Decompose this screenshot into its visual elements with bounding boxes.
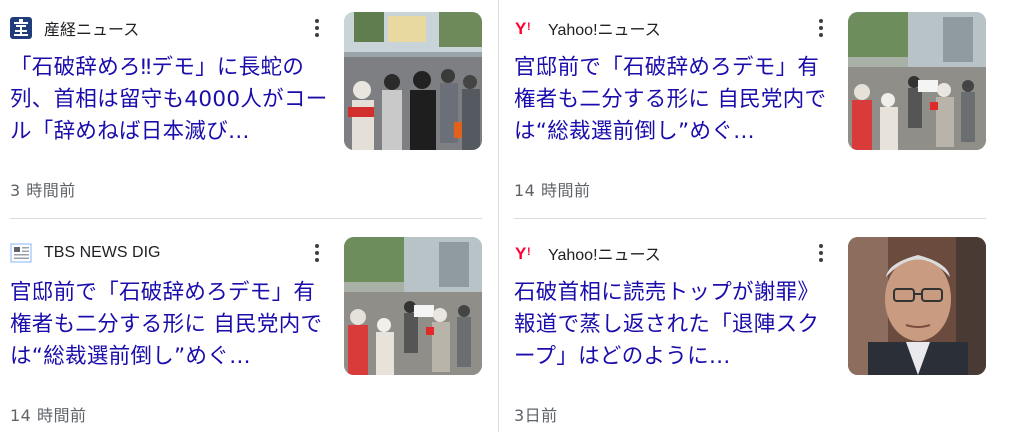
svg-text:Y: Y bbox=[515, 244, 527, 263]
headline-link[interactable]: 官邸前で「石破辞めろデモ」有権者も二分する形に 自民党内では“総裁選前倒し”めぐ… bbox=[514, 52, 836, 148]
yahoo-logo-icon: Y ! bbox=[514, 242, 536, 264]
news-source: Y ! Yahoo!ニュース bbox=[514, 241, 661, 265]
news-source: 産経ニュース bbox=[10, 16, 139, 40]
more-options-icon[interactable] bbox=[306, 16, 328, 40]
protest-crowd-photo[interactable] bbox=[344, 12, 482, 150]
yahoo-logo-icon: Y ! bbox=[514, 17, 536, 39]
more-options-icon[interactable] bbox=[810, 16, 832, 40]
tbs-logo-icon bbox=[10, 242, 32, 264]
news-card[interactable]: TBS NEWS DIG 官邸前で「石破辞めろデモ」有権者も二分する形に 自民党… bbox=[10, 237, 490, 447]
news-card[interactable]: Y ! Yahoo!ニュース 石破首相に読売トップが謝罪》報道で蒸し返された「退… bbox=[514, 237, 994, 447]
publish-time: 3 時間前 bbox=[10, 181, 76, 200]
svg-text:!: ! bbox=[527, 21, 531, 33]
more-options-icon[interactable] bbox=[810, 241, 832, 265]
svg-text:Y: Y bbox=[515, 19, 527, 38]
sankei-logo-icon bbox=[10, 17, 32, 39]
publish-time: 3日前 bbox=[514, 406, 558, 425]
source-name: TBS NEWS DIG bbox=[44, 244, 161, 261]
news-source: TBS NEWS DIG bbox=[10, 241, 160, 265]
protest-street-photo[interactable] bbox=[344, 237, 482, 375]
news-source: Y ! Yahoo!ニュース bbox=[514, 16, 661, 40]
headline-link[interactable]: 官邸前で「石破辞めろデモ」有権者も二分する形に 自民党内では“総裁選前倒し”めぐ… bbox=[10, 277, 332, 373]
source-name: Yahoo!ニュース bbox=[548, 22, 661, 39]
svg-text:!: ! bbox=[527, 246, 531, 258]
source-name: Yahoo!ニュース bbox=[548, 247, 661, 264]
column-divider bbox=[498, 0, 499, 432]
politician-portrait-photo[interactable] bbox=[848, 237, 986, 375]
news-card[interactable]: Y ! Yahoo!ニュース 官邸前で「石破辞めろデモ」有権者も二分する形に 自… bbox=[514, 12, 994, 222]
news-card[interactable]: 産経ニュース 「石破辞めろ‼デモ」に長蛇の列、首相は留守も4000人がコール「辞… bbox=[10, 12, 490, 222]
headline-link[interactable]: 「石破辞めろ‼デモ」に長蛇の列、首相は留守も4000人がコール「辞めねば日本滅び… bbox=[10, 52, 332, 148]
source-name: 産経ニュース bbox=[44, 22, 140, 39]
headline-link[interactable]: 石破首相に読売トップが謝罪》報道で蒸し返された「退陣スクープ」はどのように… bbox=[514, 277, 836, 373]
publish-time: 14 時間前 bbox=[10, 406, 87, 425]
more-options-icon[interactable] bbox=[306, 241, 328, 265]
publish-time: 14 時間前 bbox=[514, 181, 591, 200]
protest-street-photo[interactable] bbox=[848, 12, 986, 150]
